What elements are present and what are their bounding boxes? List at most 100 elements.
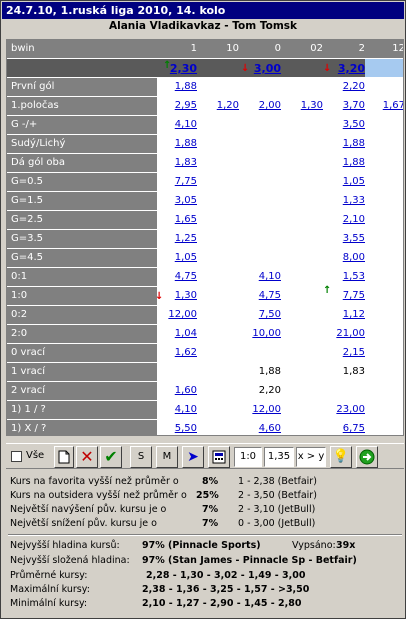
odds-field[interactable]: 1,35 [264, 447, 294, 467]
odds-cell-2[interactable]: 6,75 [325, 423, 365, 434]
written-label: Vypsáno: [292, 540, 336, 551]
odds-cell-12[interactable]: 1,67 [365, 100, 403, 111]
odds-cell-2[interactable]: 8,00 [325, 252, 365, 263]
odds-cell-2[interactable]: 1,88 [325, 138, 365, 149]
odds-cell-0[interactable]: 2,00 [241, 100, 281, 111]
fav-pct: 8% [202, 476, 219, 487]
col-header-2: 2 [358, 43, 365, 54]
inc-label: Největší navýšení pův. kursu je o [10, 504, 167, 515]
odds-cell-2[interactable]: 23,00 [325, 404, 365, 415]
market-row: 0 vrací 1,62 2,15 [7, 344, 403, 363]
market-row: 0:1 4,75 4,10 1,53 [7, 268, 403, 287]
odds-cell-0[interactable]: 4,75 [241, 290, 281, 301]
calculator-button[interactable] [208, 446, 230, 468]
max-comb-label: Nejvyšší složená hladina: [10, 555, 130, 566]
calculator-icon [212, 450, 226, 464]
odds-cell-1[interactable]: 1,05 [157, 252, 197, 263]
odds-cell-1[interactable]: 3,05 [157, 195, 197, 206]
odds-cell-2[interactable]: 2,20 [325, 81, 365, 92]
red-x-icon: ✕ [80, 447, 94, 466]
market-label: 0 vrací [7, 344, 157, 362]
odds-cell-0[interactable]: 12,00 [241, 404, 281, 415]
market-row: 0:2 12,00 7,50 1,12 [7, 306, 403, 325]
fav-label: Kurs na favorita vyšší než průměr o [10, 476, 179, 487]
odds-cell-2[interactable]: 3,50 [325, 119, 365, 130]
s-button[interactable]: S [130, 446, 152, 468]
odds-cell-2[interactable]: 21,00 [325, 328, 365, 339]
odds-cell-2[interactable]: 3,55 [325, 233, 365, 244]
max-odds-label: Maximální kursy: [10, 584, 90, 595]
odds-cell-1[interactable]: 1,04 [157, 328, 197, 339]
odds-cell-2[interactable]: 1,88 [325, 157, 365, 168]
odds-away[interactable]: 3,20 [325, 62, 365, 75]
market-row: G -/+ 4,10 3,50 [7, 116, 403, 135]
market-label: 1) X / ? [7, 420, 157, 435]
market-row: 1) 1 / ? 4,10 12,00 23,00 [7, 401, 403, 420]
dec-value: 0 - 3,00 (JetBull) [238, 518, 316, 529]
odds-cell-0[interactable]: 4,60 [241, 423, 281, 434]
odds-cell-2[interactable]: 2,15 [325, 347, 365, 358]
odds-cell-0[interactable]: 7,50 [241, 309, 281, 320]
odds-grid: bwin 1 10 0 02 2 12 ↑ 2,30 ↓ 3,00 ↓ 3,20 [6, 39, 404, 436]
compare-field[interactable]: x > y [296, 447, 326, 467]
confirm-button[interactable]: ✔ [100, 446, 122, 468]
new-document-button[interactable] [54, 446, 74, 468]
delete-button[interactable]: ✕ [76, 446, 98, 468]
market-row: 1.poločas 2,95 1,20 2,00 1,30 3,70 1,67 [7, 97, 403, 116]
odds-home[interactable]: 2,30 [157, 62, 197, 75]
market-row: G=0.5 7,75 1,05 [7, 173, 403, 192]
market-label: 2 vrací [7, 382, 157, 400]
max-odds-value: 2,38 - 1,36 - 3,25 - 1,57 - >3,50 [142, 584, 310, 595]
odds-cell-1[interactable]: 2,95 [157, 100, 197, 111]
odds-cell-1[interactable]: 7,75 [157, 176, 197, 187]
odds-cell-2[interactable]: 1,05 [325, 176, 365, 187]
odds-cell-1[interactable]: 1,25 [157, 233, 197, 244]
odds-cell-2[interactable]: 2,10 [325, 214, 365, 225]
odds-cell-2[interactable]: 1,12 [325, 309, 365, 320]
odds-cell-1[interactable]: 12,00 [157, 309, 197, 320]
fav-value: 1 - 2,38 (Betfair) [238, 476, 317, 487]
odds-cell-2[interactable]: 1,33 [325, 195, 365, 206]
max-level-value: 97% (Pinnacle Sports) [142, 540, 261, 551]
odds-cell-1[interactable]: 4,10 [157, 119, 197, 130]
selected-cell[interactable] [365, 59, 403, 77]
up-arrow-icon: ↑ [323, 285, 332, 296]
col-header-1: 1 [190, 43, 197, 54]
score-field[interactable]: 1:0 [234, 447, 262, 467]
select-all-checkbox[interactable] [11, 451, 22, 462]
market-row: Sudý/Lichý 1,88 1,88 [7, 135, 403, 154]
odds-cell-0[interactable]: 4,10 [241, 271, 281, 282]
odds-cell-02[interactable]: 1,30 [283, 100, 323, 111]
hint-button[interactable]: 💡 [330, 446, 352, 468]
odds-cell-1[interactable]: 1,60 [157, 385, 197, 396]
odds-cell-1[interactable]: 4,10 [157, 404, 197, 415]
odds-cell-1[interactable]: 1,88 [157, 138, 197, 149]
market-row: 2 vrací 1,60 2,20 [7, 382, 403, 401]
odds-cell-1[interactable]: 1,83 [157, 157, 197, 168]
send-button[interactable]: ➤ [182, 446, 204, 468]
odds-cell-1[interactable]: 1,88 [157, 81, 197, 92]
go-button[interactable] [356, 446, 378, 468]
odds-cell-1[interactable]: 4,75 [157, 271, 197, 282]
odds-cell-0: 2,20 [258, 385, 281, 396]
market-label: První gól [7, 78, 157, 96]
odds-cell-1[interactable]: 1,65 [157, 214, 197, 225]
odds-cell-0: 1,88 [258, 366, 281, 377]
toolbar: Vše ✕ ✔ S M ➤ 1:0 1,35 x > y 💡 [6, 443, 404, 469]
odds-cell-0[interactable]: 10,00 [241, 328, 281, 339]
col-header-02: 02 [310, 43, 323, 54]
avg-value: 2,28 - 1,30 - 3,02 - 1,49 - 3,00 [146, 570, 306, 581]
odds-cell-2[interactable]: 1,53 [325, 271, 365, 282]
odds-cell-10[interactable]: 1,20 [199, 100, 239, 111]
market-label: G=3.5 [7, 230, 157, 248]
market-label: G -/+ [7, 116, 157, 134]
select-all-label: Vše [26, 450, 45, 461]
odds-cell-1[interactable]: 1,62 [157, 347, 197, 358]
market-label: 1.poločas [7, 97, 157, 115]
odds-cell-2[interactable]: 3,70 [325, 100, 365, 111]
m-button[interactable]: M [156, 446, 178, 468]
market-row: 1:0 1,30 4,75 7,75 ↓ ↑ [7, 285, 403, 306]
odds-draw[interactable]: 3,00 [241, 62, 281, 75]
odds-cell-1[interactable]: 5,50 [157, 423, 197, 434]
market-row: První gól 1,88 2,20 [7, 78, 403, 97]
